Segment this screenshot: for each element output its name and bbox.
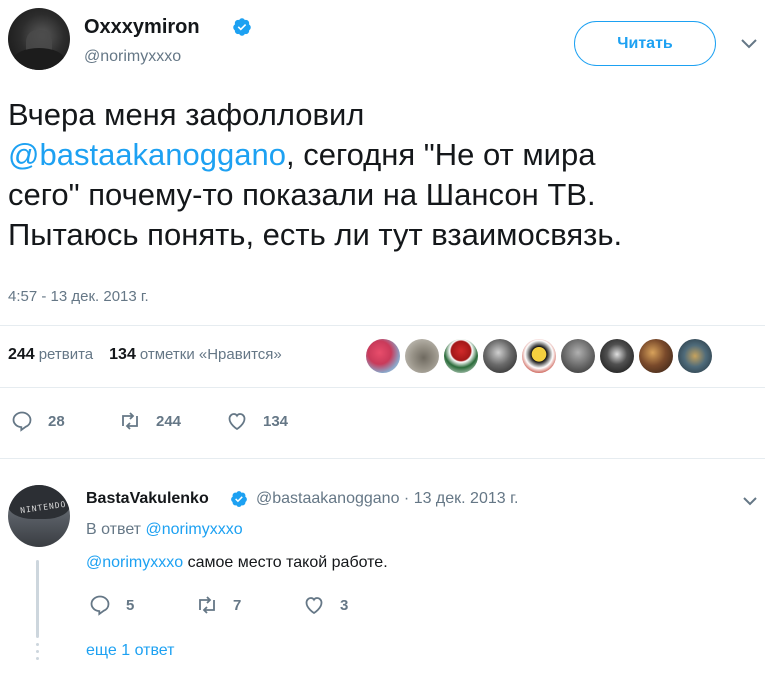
retweet-count: 7 <box>233 596 242 614</box>
replying-to: В ответ @norimyxxxo <box>86 521 243 539</box>
follow-button[interactable]: Читать <box>574 21 716 66</box>
mention-link[interactable]: @norimyxxxo <box>86 554 183 571</box>
tweet-text-line: сего" почему-то показали на Шансон ТВ. <box>8 177 596 212</box>
reply-icon <box>12 411 32 432</box>
tweet-stats: 244 ретвита 134 отметки «Нравится» <box>8 346 282 364</box>
thread-line <box>36 560 39 638</box>
like-count: 134 <box>263 412 289 430</box>
divider <box>0 458 765 459</box>
liker-avatar[interactable] <box>561 339 595 373</box>
reply-count: 28 <box>48 412 65 430</box>
replying-to-link[interactable]: @norimyxxxo <box>145 521 242 538</box>
verified-badge-icon <box>233 18 251 36</box>
like-count: 3 <box>340 596 349 614</box>
divider <box>0 387 765 388</box>
reply-reply-button[interactable]: 5 <box>88 593 134 617</box>
reply-author-display-name[interactable]: BastaVakulenko <box>86 490 209 508</box>
reply-button[interactable]: 28 <box>10 409 65 433</box>
retweet-icon <box>122 412 138 430</box>
retweets-stat[interactable]: 244 ретвита <box>8 346 93 364</box>
verified-badge-icon <box>231 491 247 507</box>
liker-avatar[interactable] <box>639 339 673 373</box>
tweet-text-line: Пытаюсь понять, есть ли тут взаимосвязь. <box>8 217 623 252</box>
divider <box>0 325 765 326</box>
liker-avatar[interactable] <box>600 339 634 373</box>
retweet-button[interactable]: 244 <box>118 409 181 433</box>
liker-avatar[interactable] <box>366 339 400 373</box>
reply-icon <box>90 595 110 616</box>
reply-like-button[interactable]: 3 <box>302 593 348 617</box>
retweet-count: 244 <box>156 412 182 430</box>
retweet-icon <box>199 596 215 614</box>
thread-dots <box>36 643 39 660</box>
tweet-timestamp[interactable]: 4:57 - 13 дек. 2013 г. <box>8 288 149 305</box>
mention-link[interactable]: @bastaakanoggano <box>8 137 286 172</box>
tweet-text-line: @bastaakanoggano, сегодня "Не от мира <box>8 135 758 175</box>
likes-label: отметки «Нравится» <box>139 346 282 363</box>
show-more-replies-link[interactable]: еще 1 ответ <box>86 642 174 660</box>
reply-text: @norimyxxxo самое место такой работе. <box>86 554 388 572</box>
liker-avatar[interactable] <box>522 339 556 373</box>
likes-count: 134 <box>109 346 136 363</box>
reply-author-handle-date[interactable]: @bastaakanoggano · 13 дек. 2013 г. <box>256 490 518 508</box>
reply-retweet-button[interactable]: 7 <box>195 593 241 617</box>
heart-icon <box>305 597 323 615</box>
reply-count: 5 <box>126 596 135 614</box>
tweet-text: Вчера меня зафолловил @bastaakanoggano, … <box>8 95 758 255</box>
liker-avatar[interactable] <box>483 339 517 373</box>
replying-to-prefix: В ответ <box>86 521 146 538</box>
author-display-name[interactable]: Oxxxymiron <box>84 16 200 39</box>
chevron-down-icon[interactable] <box>742 496 758 507</box>
reply-author-avatar[interactable]: NINTENDO <box>8 485 70 547</box>
heart-icon <box>228 413 246 431</box>
liker-avatar[interactable] <box>444 339 478 373</box>
retweets-label: ретвита <box>38 346 94 363</box>
author-avatar[interactable] <box>8 8 70 70</box>
likes-stat[interactable]: 134 отметки «Нравится» <box>109 346 282 364</box>
liker-avatars <box>366 339 712 373</box>
liker-avatar[interactable] <box>678 339 712 373</box>
like-button[interactable]: 134 <box>225 409 288 433</box>
author-handle[interactable]: @norimyxxxo <box>84 48 181 66</box>
retweets-count: 244 <box>8 346 35 363</box>
reply-text-body: самое место такой работе. <box>183 554 388 571</box>
tweet-text-fragment: , сегодня "Не от мира <box>285 137 596 172</box>
chevron-down-icon[interactable] <box>740 38 758 50</box>
liker-avatar[interactable] <box>405 339 439 373</box>
tweet-text-line: Вчера меня зафолловил <box>8 97 365 132</box>
